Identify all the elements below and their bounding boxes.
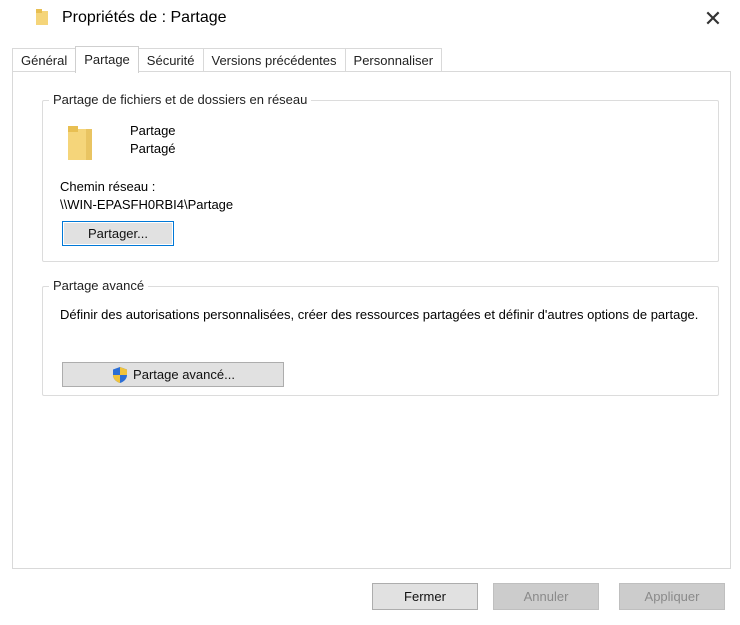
- sharing-tab-panel: Partage de fichiers et de dossiers en ré…: [12, 71, 731, 569]
- window-title: Propriétés de : Partage: [62, 9, 227, 26]
- advanced-share-button[interactable]: Partage avancé...: [62, 362, 284, 387]
- advanced-share-button-label: Partage avancé...: [133, 367, 235, 382]
- folder-icon: [68, 126, 92, 160]
- uac-shield-icon: [113, 366, 128, 383]
- tab-security[interactable]: Sécurité: [137, 48, 204, 73]
- tab-previous-versions[interactable]: Versions précédentes: [202, 48, 346, 73]
- tab-bar: Général Partage Sécurité Versions précéd…: [12, 46, 443, 73]
- advanced-share-legend: Partage avancé: [49, 278, 149, 293]
- network-share-legend: Partage de fichiers et de dossiers en ré…: [49, 92, 312, 107]
- network-path-value: \\WIN-EPASFH0RBI4\Partage: [60, 197, 234, 212]
- folder-icon: [36, 9, 48, 25]
- share-button[interactable]: Partager...: [62, 221, 174, 246]
- network-path-label: Chemin réseau :: [60, 179, 156, 194]
- shared-folder-name: Partage: [130, 123, 176, 138]
- properties-dialog: Propriétés de : Partage ✕ Général Partag…: [0, 0, 740, 625]
- close-button[interactable]: Fermer: [372, 583, 478, 610]
- close-icon[interactable]: ✕: [698, 4, 728, 34]
- advanced-share-group: Partage avancé Définir des autorisations…: [42, 278, 719, 396]
- tab-customize[interactable]: Personnaliser: [344, 48, 443, 73]
- apply-button[interactable]: Appliquer: [619, 583, 725, 610]
- cancel-button[interactable]: Annuler: [493, 583, 599, 610]
- advanced-share-description: Définir des autorisations personnalisées…: [60, 307, 699, 322]
- network-share-group: Partage de fichiers et de dossiers en ré…: [42, 92, 719, 262]
- tab-sharing[interactable]: Partage: [75, 46, 139, 73]
- title-bar: Propriétés de : Partage ✕: [0, 0, 740, 40]
- tab-general[interactable]: Général: [12, 48, 77, 73]
- share-status: Partagé: [130, 141, 176, 156]
